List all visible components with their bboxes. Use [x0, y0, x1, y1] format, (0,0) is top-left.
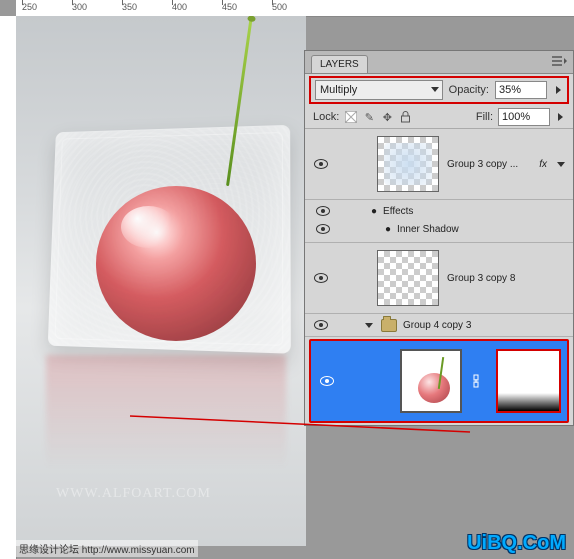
layer-name[interactable]: Group 3 copy ...: [447, 159, 531, 170]
lock-transparent-icon[interactable]: [344, 110, 358, 124]
layers-list: Group 3 copy ... fx ● Effects ● Inner Sh…: [305, 129, 573, 423]
fill-slider-icon[interactable]: [555, 109, 565, 125]
opacity-field[interactable]: 35%: [495, 81, 547, 99]
mask-link-icon[interactable]: [472, 374, 480, 388]
visibility-toggle[interactable]: [311, 273, 331, 283]
footer-copyright: 思缘设计论坛 http://www.missyuan.com: [16, 540, 198, 557]
lock-all-icon[interactable]: [398, 110, 412, 124]
ruler-tick: 450: [222, 2, 237, 12]
ruler-tick: 350: [122, 2, 137, 12]
blend-mode-value: Multiply: [320, 84, 357, 96]
opacity-slider-icon[interactable]: [553, 82, 563, 98]
panel-menu-icon[interactable]: [551, 55, 567, 67]
visibility-toggle[interactable]: [317, 376, 336, 386]
lock-label: Lock:: [313, 111, 339, 123]
layer-mask-thumbnail[interactable]: [496, 349, 561, 413]
layer-thumbnail[interactable]: [400, 349, 462, 413]
layer-group-row[interactable]: Group 4 copy 3: [305, 314, 573, 337]
chevron-down-icon: [431, 87, 439, 92]
visibility-toggle[interactable]: [313, 206, 333, 216]
layer-thumbnail[interactable]: [377, 136, 439, 192]
group-expand-icon[interactable]: [365, 320, 375, 331]
fx-badge[interactable]: fx: [539, 159, 547, 170]
lock-fill-row: Lock: ✎ ✥ Fill: 100%: [305, 106, 573, 129]
tab-layers[interactable]: LAYERS: [311, 55, 368, 73]
ruler-tick: 400: [172, 2, 187, 12]
layer-effects: ● Effects ● Inner Shadow: [305, 200, 573, 243]
cherry: [96, 186, 256, 341]
opacity-value: 35%: [499, 84, 521, 96]
layer-row[interactable]: Group 3 copy ... fx: [305, 129, 573, 200]
group-name[interactable]: Group 4 copy 3: [403, 320, 471, 331]
fill-label: Fill:: [476, 111, 493, 123]
ruler-horizontal: 250 300 350 400 450 500: [16, 0, 574, 17]
opacity-label: Opacity:: [449, 84, 489, 96]
blend-mode-dropdown[interactable]: Multiply: [315, 80, 443, 100]
lock-move-icon[interactable]: ✥: [380, 110, 394, 124]
brand-watermark: UiBQ.CoM: [467, 532, 566, 555]
layer-row[interactable]: Group 3 copy 8: [305, 243, 573, 314]
lock-brush-icon[interactable]: ✎: [362, 110, 376, 124]
ruler-tick: 250: [22, 2, 37, 12]
layers-panel: LAYERS Multiply Opacity: 35% Lock: ✎ ✥ F…: [304, 50, 574, 426]
ruler-tick: 300: [72, 2, 87, 12]
layer-thumbnail[interactable]: [377, 250, 439, 306]
fill-value: 100%: [502, 111, 530, 123]
effects-collapse-icon[interactable]: [557, 158, 567, 170]
ruler-tick: 500: [272, 2, 287, 12]
document-canvas[interactable]: WWW.ALFOART.COM: [16, 16, 306, 546]
lock-icons: ✎ ✥: [344, 110, 412, 124]
blend-opacity-row: Multiply Opacity: 35%: [309, 76, 569, 104]
visibility-toggle[interactable]: [311, 159, 331, 169]
watermark-url: WWW.ALFOART.COM: [56, 486, 211, 502]
layer-name[interactable]: Group 3 copy 8: [447, 273, 567, 284]
effect-inner-shadow[interactable]: Inner Shadow: [397, 224, 459, 235]
visibility-toggle[interactable]: [313, 224, 333, 234]
layer-row-selected[interactable]: [309, 339, 569, 423]
visibility-toggle[interactable]: [311, 320, 331, 330]
ruler-vertical: [0, 16, 17, 559]
effects-header[interactable]: Effects: [383, 206, 413, 217]
fill-field[interactable]: 100%: [498, 108, 550, 126]
folder-icon: [381, 319, 397, 332]
panel-tabbar: LAYERS: [305, 51, 573, 74]
